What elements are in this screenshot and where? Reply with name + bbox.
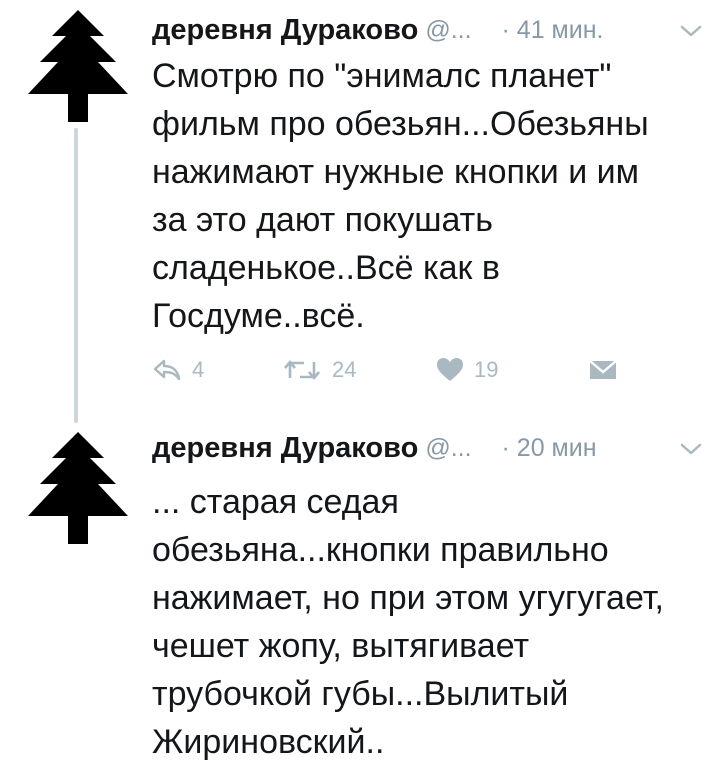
retweet-button[interactable]: 24 (282, 350, 356, 390)
tweet-header: деревня Дураково @... · 41 мин. (152, 10, 706, 50)
like-button[interactable]: 19 (436, 350, 498, 390)
avatar[interactable] (24, 432, 132, 548)
tweet-header: деревня Дураково @... · 20 мин (152, 428, 706, 468)
tweet-timestamp[interactable]: · 41 мин. (502, 16, 604, 45)
direct-message-button[interactable] (588, 350, 618, 390)
author-handle[interactable]: @... (425, 434, 471, 463)
retweet-icon (284, 359, 320, 381)
tweet-text: Смотрю по "энималс планет" фильм про обе… (152, 57, 649, 335)
author-handle[interactable]: @... (425, 16, 471, 45)
tweet-thread: деревня Дураково @... · 41 мин. Смотрю п… (0, 0, 720, 772)
fir-tree-icon (28, 10, 128, 122)
like-count: 19 (474, 357, 499, 382)
author-name[interactable]: деревня Дураково (152, 14, 418, 47)
envelope-icon (589, 360, 617, 379)
tweet-text: ... старая седая обезьяна...кнопки прави… (152, 483, 664, 761)
reply-icon (153, 359, 181, 381)
author-name[interactable]: деревня Дураково (152, 432, 418, 465)
reply-count: 4 (192, 357, 205, 382)
tweet[interactable]: деревня Дураково @... · 20 мин ... стара… (0, 418, 720, 772)
retweet-count: 24 (332, 357, 357, 382)
tweet[interactable]: деревня Дураково @... · 41 мин. Смотрю п… (0, 0, 720, 410)
fir-tree-icon (28, 432, 128, 544)
chevron-down-icon[interactable] (676, 20, 706, 42)
tweet-timestamp[interactable]: · 20 мин (502, 434, 597, 463)
tweet-actions: 4 24 19 (152, 350, 632, 390)
heart-icon (437, 358, 463, 381)
avatar[interactable] (24, 10, 132, 126)
chevron-down-icon[interactable] (676, 438, 706, 460)
reply-button[interactable]: 4 (152, 350, 204, 390)
